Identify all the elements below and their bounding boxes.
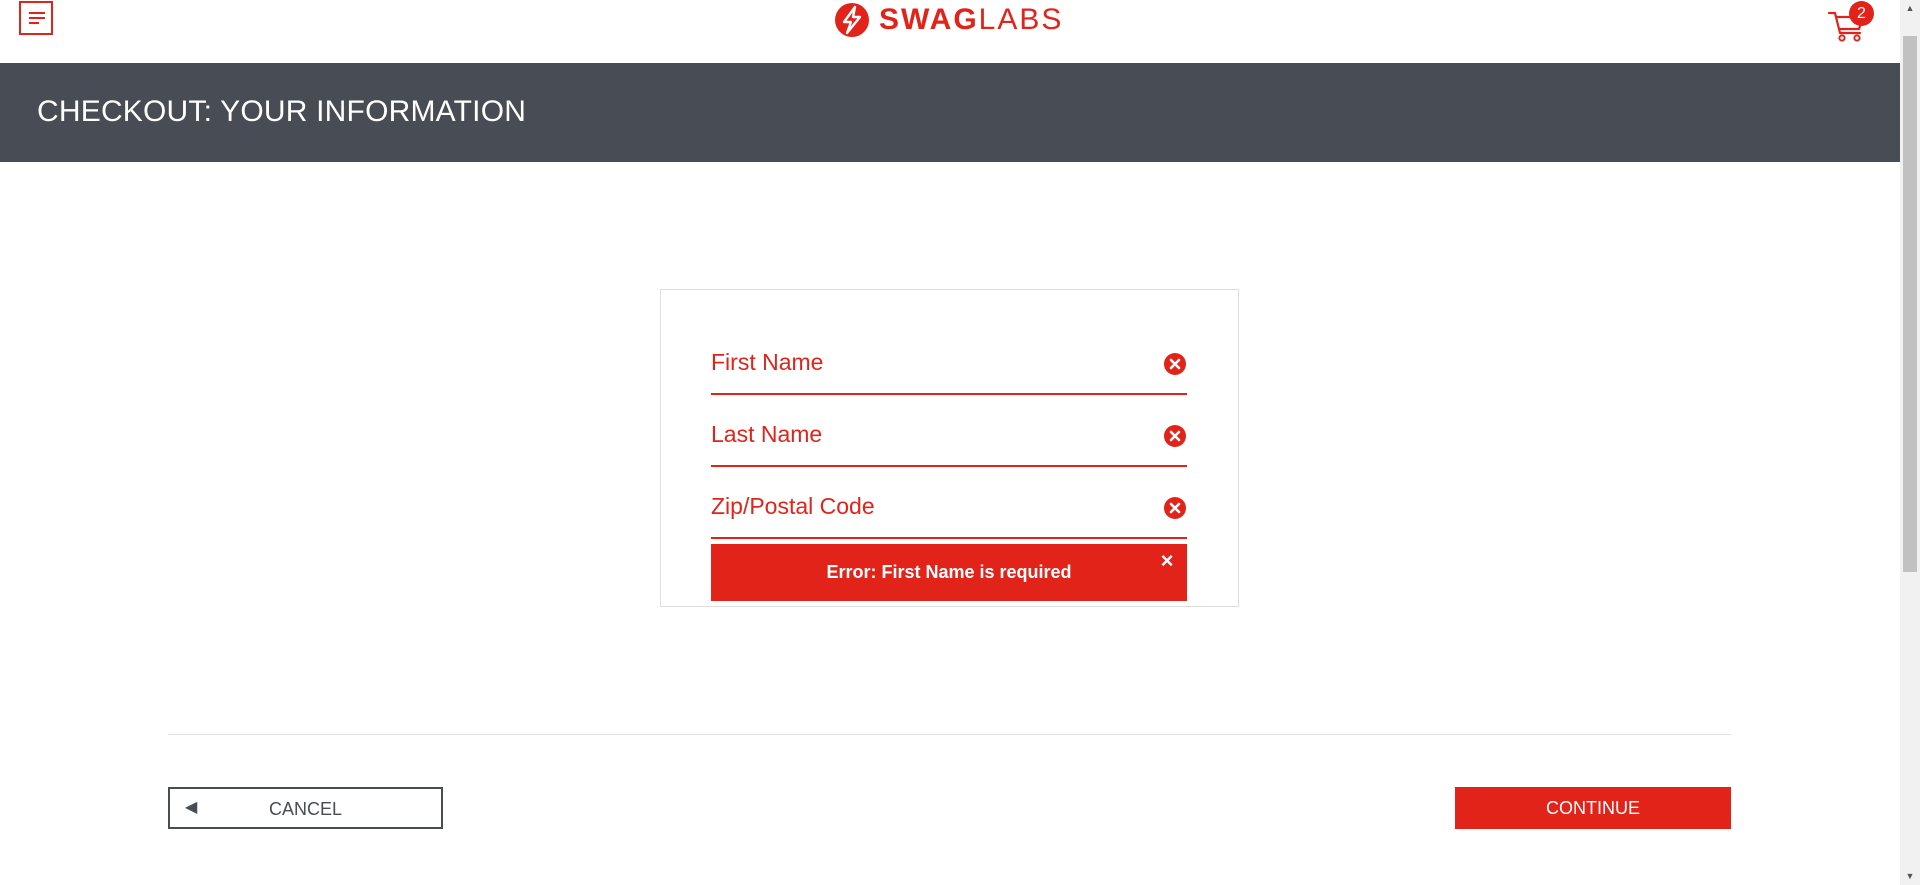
scrollbar-thumb[interactable] (1903, 36, 1917, 572)
logo-text: SWAGLABS (879, 3, 1064, 36)
scroll-down-arrow-icon[interactable]: ▼ (1900, 868, 1920, 885)
first-name-input[interactable] (711, 338, 1131, 386)
first-name-field (711, 338, 1187, 395)
error-x-circle-icon (1164, 425, 1186, 447)
error-x-circle-icon (1164, 497, 1186, 519)
menu-button[interactable] (19, 1, 53, 35)
cancel-button[interactable]: ◀ CANCEL (168, 787, 443, 829)
top-bar: SWAGLABS 2 (0, 0, 1900, 63)
last-name-field (711, 410, 1187, 467)
swag-labs-logo: SWAGLABS (834, 0, 1063, 40)
bolt-logo-icon (835, 3, 869, 37)
error-message: Error: First Name is required (711, 544, 1187, 601)
hamburger-menu-icon (29, 12, 45, 14)
cancel-label: CANCEL (268, 799, 343, 819)
close-icon[interactable]: × (1155, 549, 1179, 573)
postal-code-field (711, 482, 1187, 539)
shopping-cart-link[interactable]: 2 (1827, 0, 1875, 44)
cart-badge: 2 (1849, 1, 1874, 26)
vertical-scrollbar[interactable]: ▲ ▼ (1900, 0, 1920, 885)
scroll-up-arrow-icon[interactable]: ▲ (1900, 0, 1920, 17)
footer-divider (168, 734, 1731, 735)
page-title: CHECKOUT: YOUR INFORMATION (37, 95, 527, 128)
continue-button[interactable]: CONTINUE (1455, 787, 1731, 829)
hamburger-line (29, 22, 39, 24)
error-x-circle-icon (1164, 353, 1186, 375)
postal-code-input[interactable] (711, 482, 1131, 530)
hamburger-line (29, 17, 45, 19)
last-name-input[interactable] (711, 410, 1131, 458)
